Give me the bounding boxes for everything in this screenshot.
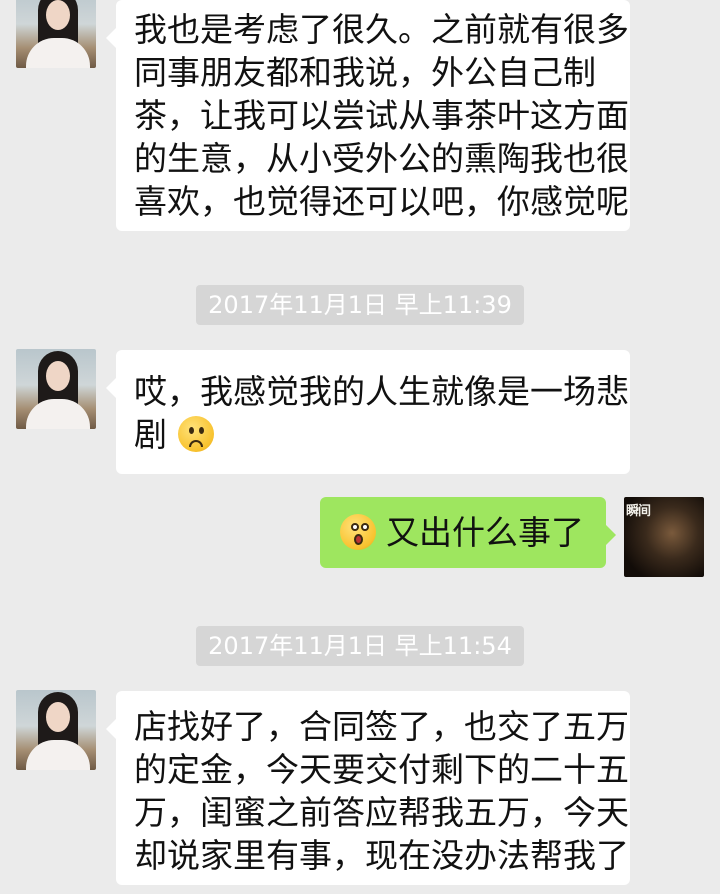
avatar-face	[46, 702, 70, 732]
incoming-message-bubble[interactable]: 店找好了，合同签了，也交了五万 的定金，今天要交付剩下的二十五 万，闺蜜之前答应…	[106, 691, 630, 885]
avatar-face	[46, 0, 70, 30]
timestamp: 2017年11月1日 早上11:39	[0, 285, 720, 325]
incoming-message-bubble[interactable]: 哎，我感觉我的人生就像是一场悲 剧	[106, 350, 630, 474]
contact-avatar[interactable]	[16, 349, 96, 429]
message-line: 又出什么事了	[339, 511, 584, 554]
incoming-message-bubble[interactable]: 我也是考虑了很久。之前就有很多 同事朋友都和我说，外公自己制 茶，让我可以尝试从…	[106, 0, 630, 231]
contact-avatar[interactable]	[16, 0, 96, 68]
timestamp-label: 2017年11月1日 早上11:54	[196, 626, 524, 666]
my-avatar[interactable]: 瞬间	[624, 497, 704, 577]
shocked-face-icon	[339, 514, 376, 550]
avatar-text: 瞬间	[626, 504, 651, 519]
message-line: 店找好了，合同签了，也交了五万	[134, 707, 629, 746]
avatar-body	[26, 38, 90, 68]
avatar-face	[46, 361, 70, 391]
message-line: 的定金，今天要交付剩下的二十五	[134, 750, 629, 789]
contact-avatar[interactable]	[16, 690, 96, 770]
sad-face-icon	[177, 416, 214, 452]
message-line: 我也是考虑了很久。之前就有很多	[134, 10, 629, 49]
message-text: 剧	[134, 415, 167, 454]
message-line: 喜欢，也觉得还可以吧，你感觉呢	[134, 182, 629, 221]
message-line: 同事朋友都和我说，外公自己制	[134, 53, 596, 92]
message-line: 茶，让我可以尝试从事茶叶这方面	[134, 96, 629, 135]
message-line: 万，闺蜜之前答应帮我五万，今天	[134, 793, 629, 832]
message-text: 又出什么事了	[386, 513, 584, 552]
avatar-body	[26, 740, 90, 770]
message-line: 却说家里有事，现在没办法帮我了	[134, 836, 629, 875]
message-line: 的生意，从小受外公的熏陶我也很	[134, 139, 629, 178]
avatar-body	[26, 399, 90, 429]
timestamp: 2017年11月1日 早上11:54	[0, 626, 720, 666]
outgoing-message-bubble[interactable]: 又出什么事了	[319, 497, 616, 568]
message-line: 剧	[134, 413, 612, 456]
message-line: 哎，我感觉我的人生就像是一场悲	[134, 372, 629, 411]
timestamp-label: 2017年11月1日 早上11:39	[196, 285, 524, 325]
